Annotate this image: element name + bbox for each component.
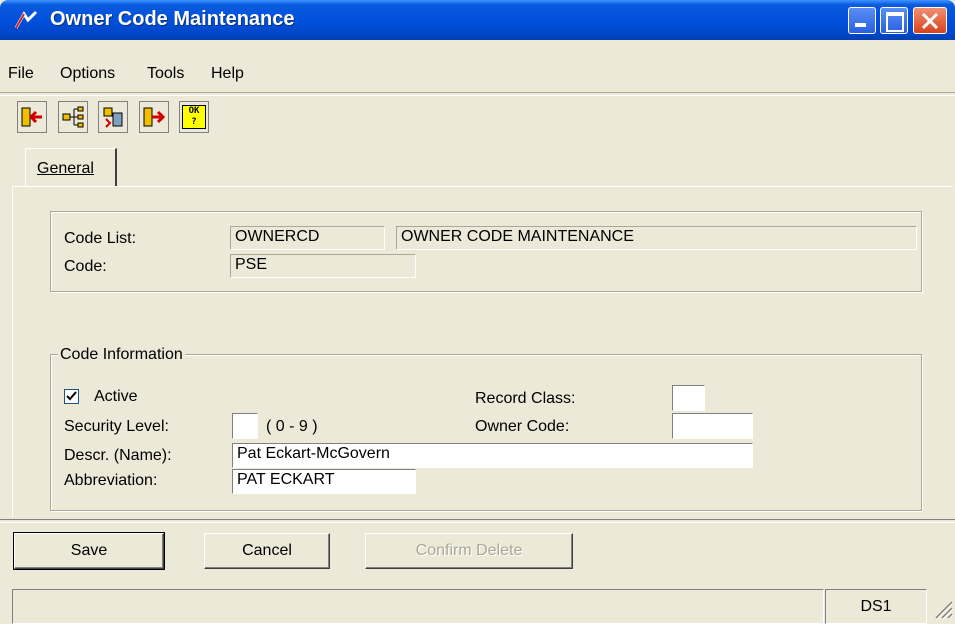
maximize-icon [886,12,904,32]
tree-icon [62,106,84,128]
tab-general-label-text: General [37,160,94,177]
abbreviation-label: Abbreviation: [64,472,158,489]
owner-code-input[interactable] [672,413,753,439]
code-label: Code: [64,258,107,275]
record-class-input[interactable] [672,385,705,411]
menu-tools[interactable]: Tools [147,65,184,83]
save-button[interactable]: Save [13,532,165,570]
code-list-description-field: OWNER CODE MAINTENANCE [396,226,917,250]
tab-general-label: General [37,160,94,178]
active-label: Active [94,388,138,405]
menu-help[interactable]: Help [211,65,244,83]
check-icon [66,391,77,401]
security-level-label: Security Level: [64,418,169,435]
toolbar-ok-button[interactable]: OK? [179,101,209,133]
menu-bar [0,58,955,88]
records-icon [103,107,123,128]
window-title: Owner Code Maintenance [50,8,295,30]
code-list-field: OWNERCD [230,226,385,250]
toolbar-tree-button[interactable] [58,101,88,133]
resize-grip-icon[interactable] [930,596,954,620]
menu-separator [0,92,955,96]
confirm-delete-button[interactable]: Confirm Delete [365,533,573,569]
minimize-icon [855,23,866,27]
security-level-input[interactable] [232,413,258,439]
descr-name-input[interactable]: Pat Eckart-McGovern [232,443,753,468]
toolbar-logout-button[interactable] [139,101,169,133]
status-panel-ds: DS1 [825,589,927,624]
logout-icon [143,107,166,127]
bottom-divider [0,519,955,523]
toolbar-records-button[interactable] [98,101,128,133]
abbreviation-input[interactable]: PAT ECKART [232,469,416,494]
exit-icon [21,107,42,127]
cancel-button-label: Cancel [242,542,292,559]
descr-name-label: Descr. (Name): [64,447,172,464]
minimize-button[interactable] [848,7,876,34]
security-level-range: ( 0 - 9 ) [266,418,318,435]
close-button[interactable] [913,7,947,34]
ok-glyph: OK [188,106,200,116]
cancel-button[interactable]: Cancel [204,533,330,569]
menu-options[interactable]: Options [60,65,115,83]
status-ds-text: DS1 [860,597,892,615]
maximize-button[interactable] [880,7,908,34]
status-panel-main [12,589,824,624]
code-field: PSE [230,254,416,278]
title-bar[interactable]: Owner Code Maintenance [0,0,955,40]
close-icon [921,13,939,29]
ok-help-icon: OK? [182,105,206,129]
confirm-delete-button-label: Confirm Delete [415,542,523,559]
owner-code-label: Owner Code: [475,418,570,435]
active-checkbox[interactable] [64,389,79,404]
menu-file[interactable]: File [8,65,34,83]
app-icon [14,10,38,29]
code-list-label: Code List: [64,230,137,247]
record-class-label: Record Class: [475,390,576,407]
toolbar-exit-button[interactable] [17,101,47,133]
header-group [50,211,922,292]
save-button-label: Save [70,542,108,559]
code-information-legend: Code Information [58,346,185,364]
